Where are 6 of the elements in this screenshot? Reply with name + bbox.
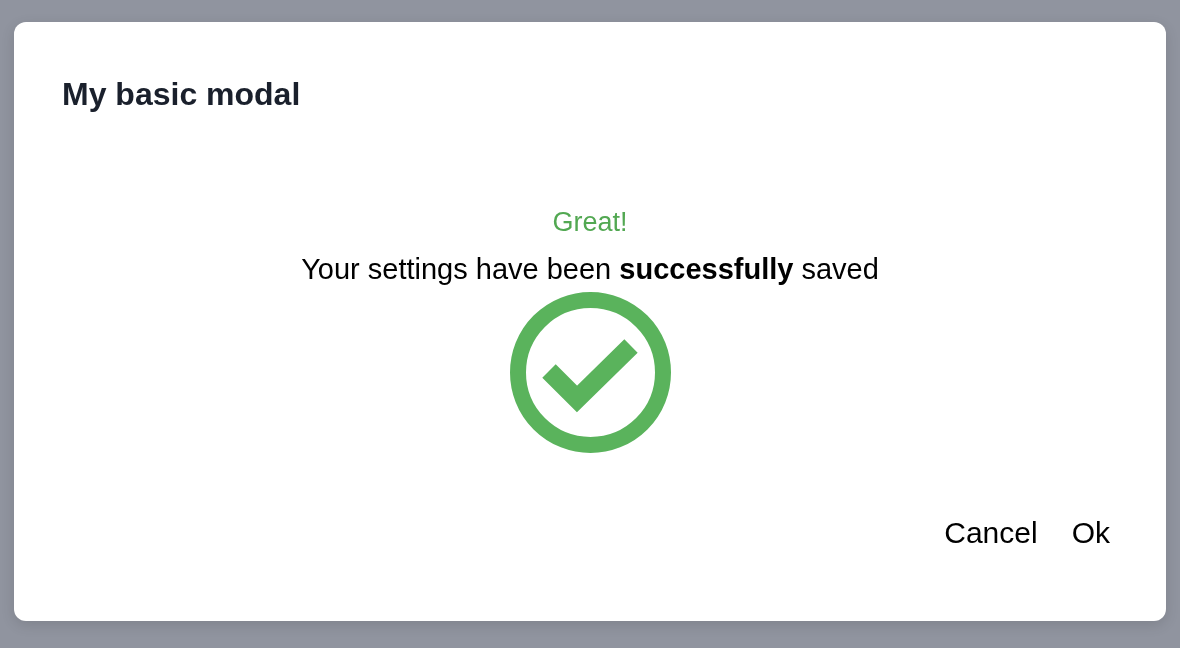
check-circle-icon bbox=[509, 292, 671, 453]
status-message: Your settings have been successfully saved bbox=[301, 252, 879, 287]
status-heading: Great! bbox=[552, 206, 628, 239]
modal-title: My basic modal bbox=[62, 75, 301, 114]
cancel-button[interactable]: Cancel bbox=[934, 509, 1048, 557]
ok-button[interactable]: Ok bbox=[1061, 509, 1120, 557]
